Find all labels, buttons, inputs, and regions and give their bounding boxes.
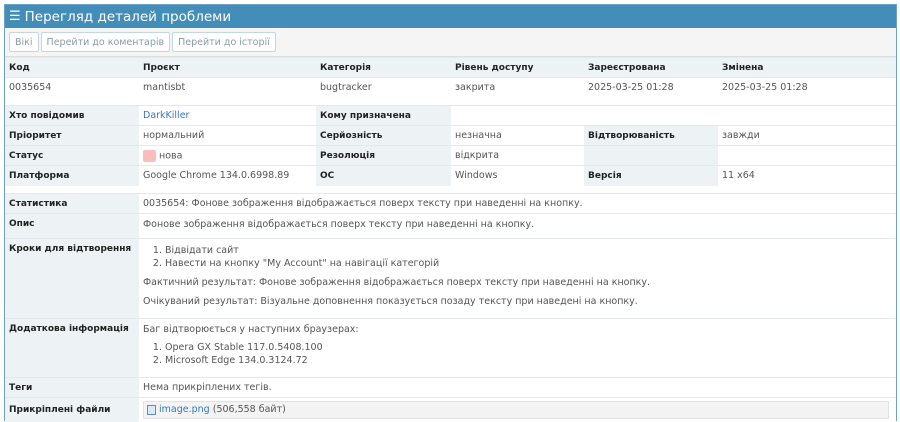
resolution-value: відкрита xyxy=(451,145,584,166)
attachments-label: Прикріплені файли xyxy=(5,397,139,422)
status-label: Статус xyxy=(5,145,139,166)
view-status: закрита xyxy=(451,77,584,98)
severity-value: незначна xyxy=(451,125,584,146)
col-header: Змінена xyxy=(718,57,896,78)
issue-details-panel: ☰ Перегляд деталей проблеми Вікі Перейти … xyxy=(4,4,897,422)
col-header: Код xyxy=(5,57,139,78)
actual-result: Фактичний результат: Фонове зображення в… xyxy=(143,277,651,288)
col-header: Проєкт xyxy=(139,57,316,78)
col-header: Рівень доступу xyxy=(451,57,584,78)
list-item: Навести на кнопку "My Account" на навіга… xyxy=(165,257,892,270)
status-value: нова xyxy=(159,150,183,161)
os-value: Windows xyxy=(451,165,584,186)
go-to-comments-button[interactable]: Перейти до коментарів xyxy=(40,32,171,52)
additional-info-label: Додаткова інформація xyxy=(5,318,139,378)
wiki-button[interactable]: Вікі xyxy=(9,32,39,52)
col-header: Зареєстрована xyxy=(584,57,718,78)
steps-list: Відвідати сайт Навести на кнопку "My Acc… xyxy=(143,244,892,270)
description-label: Опис xyxy=(5,213,139,239)
browser-list: Opera GX Stable 117.0.5408.100 Microsoft… xyxy=(143,341,892,367)
tags-label: Теги xyxy=(5,377,139,398)
version-label: Версія xyxy=(584,165,718,186)
description-value: Фонове зображення відображається поверх … xyxy=(139,213,896,239)
priority-label: Пріоритет xyxy=(5,125,139,146)
os-label: ОС xyxy=(316,165,451,186)
assigned-label: Кому призначена xyxy=(316,105,451,126)
menu-icon: ☰ xyxy=(9,9,21,24)
steps-label: Кроки для відтворення xyxy=(5,238,139,319)
last-updated: 2025-03-25 01:28 xyxy=(718,77,896,98)
date-submitted: 2025-03-25 01:28 xyxy=(584,77,718,98)
toolbar: Вікі Перейти до коментарів Перейти до іс… xyxy=(5,28,896,57)
list-item: Microsoft Edge 134.0.3124.72 xyxy=(165,354,892,367)
platform-value: Google Chrome 134.0.6998.89 xyxy=(139,165,316,186)
attachment-link[interactable]: image.png xyxy=(159,404,210,415)
image-file-icon xyxy=(147,404,156,415)
list-item: Відвідати сайт xyxy=(165,244,892,257)
attachment-size: (506,558 байт) xyxy=(212,404,286,416)
summary-value: 0035654: Фонове зображення відображаєтьс… xyxy=(139,193,896,214)
issue-id: 0035654 xyxy=(5,77,139,98)
reporter-label: Хто повідомив xyxy=(5,105,139,126)
summary-label: Статистика xyxy=(5,193,139,214)
col-header: Категорія xyxy=(316,57,451,78)
panel-header: ☰ Перегляд деталей проблеми xyxy=(5,5,896,28)
category: bugtracker xyxy=(316,77,451,98)
project: mantisbt xyxy=(139,77,316,98)
expected-result: Очікуваний результат: Візуальне доповнен… xyxy=(143,296,638,307)
additional-info-intro: Баг відтворюється у наступних браузерах: xyxy=(143,324,359,335)
status-color-swatch xyxy=(143,149,156,162)
reproducibility-label: Відтворюваність xyxy=(584,125,718,146)
attachment-item: image.png (506,558 байт) xyxy=(143,400,889,419)
go-to-history-button[interactable]: Перейти до історії xyxy=(172,32,276,52)
page-title: Перегляд деталей проблеми xyxy=(24,8,232,25)
version-value: 11 x64 xyxy=(718,165,896,186)
list-item: Opera GX Stable 117.0.5408.100 xyxy=(165,341,892,354)
severity-label: Серйозність xyxy=(316,125,451,146)
issue-table: Код Проєкт Категорія Рівень доступу Заре… xyxy=(5,57,896,422)
tags-value: Нема прикріплених тегів. xyxy=(139,377,896,398)
priority-value: нормальний xyxy=(139,125,316,146)
reproducibility-value: завжди xyxy=(718,125,896,146)
resolution-label: Резолюція xyxy=(316,145,451,166)
platform-label: Платформа xyxy=(5,165,139,186)
reporter-link[interactable]: DarkKiller xyxy=(143,110,189,121)
